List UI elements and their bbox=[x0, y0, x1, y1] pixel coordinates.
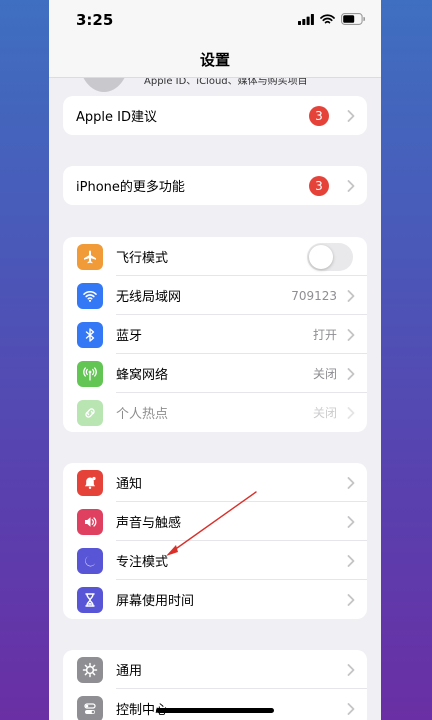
status-bar: 3:25 bbox=[49, 0, 381, 40]
moon-icon bbox=[77, 547, 103, 574]
connectivity-group: 飞行模式 无线局域网 709123 蓝牙 打开 蜂窝网络 关闭 个人热点 关闭 bbox=[63, 237, 367, 432]
airplane-icon bbox=[77, 243, 103, 270]
wifi-network-name: 709123 bbox=[291, 288, 337, 303]
chevron-right-icon bbox=[347, 593, 355, 606]
more-features-row[interactable]: iPhone的更多功能 3 bbox=[63, 166, 367, 205]
battery-icon bbox=[341, 13, 365, 25]
chevron-right-icon bbox=[347, 328, 355, 341]
notifications-row[interactable]: 通知 bbox=[63, 463, 367, 502]
wifi-icon bbox=[77, 282, 103, 309]
focus-mode-row[interactable]: 专注模式 bbox=[63, 541, 367, 580]
cellular-antenna-icon bbox=[77, 360, 103, 387]
chevron-right-icon bbox=[347, 515, 355, 528]
cellular-status: 关闭 bbox=[312, 367, 337, 381]
wifi-signal-icon bbox=[320, 13, 335, 23]
chevron-right-icon bbox=[347, 663, 355, 676]
chevron-right-icon bbox=[347, 109, 355, 122]
personal-hotspot-status: 关闭 bbox=[312, 406, 337, 420]
bluetooth-row[interactable]: 蓝牙 打开 bbox=[63, 315, 367, 354]
cellular-signal-icon bbox=[298, 13, 314, 25]
speaker-icon bbox=[77, 508, 103, 535]
settings-screen: Apple ID、iCloud、媒体与购买项目 Apple ID建议 3 iPh… bbox=[49, 0, 381, 720]
status-icons bbox=[298, 13, 365, 25]
chevron-right-icon bbox=[347, 554, 355, 567]
control-center-toggles-icon bbox=[77, 695, 103, 720]
wifi-label: 无线局域网 bbox=[116, 290, 182, 305]
general-label: 通用 bbox=[116, 664, 143, 679]
sounds-haptics-label: 声音与触感 bbox=[116, 516, 182, 531]
chevron-right-icon bbox=[347, 406, 355, 419]
chevron-right-icon bbox=[347, 179, 355, 192]
chevron-right-icon bbox=[347, 367, 355, 380]
airplane-mode-toggle[interactable] bbox=[307, 242, 353, 271]
bluetooth-icon bbox=[77, 321, 103, 348]
page-title: 设置 bbox=[199, 51, 230, 69]
apple-id-group: Apple ID建议 3 bbox=[63, 96, 367, 135]
bluetooth-label: 蓝牙 bbox=[116, 329, 143, 344]
cellular-label: 蜂窝网络 bbox=[116, 368, 169, 383]
airplane-mode-row: 飞行模式 bbox=[63, 237, 367, 276]
personal-hotspot-row[interactable]: 个人热点 关闭 bbox=[63, 393, 367, 432]
more-features-label: iPhone的更多功能 bbox=[76, 180, 185, 195]
notification-badge: 3 bbox=[309, 175, 329, 196]
screen-time-row[interactable]: 屏幕使用时间 bbox=[63, 580, 367, 619]
notifications-label: 通知 bbox=[116, 477, 143, 492]
gear-icon bbox=[77, 656, 103, 683]
sounds-haptics-row[interactable]: 声音与触感 bbox=[63, 502, 367, 541]
hourglass-icon bbox=[77, 586, 103, 613]
notification-badge: 3 bbox=[309, 105, 329, 126]
personal-hotspot-label: 个人热点 bbox=[116, 407, 169, 422]
wifi-row[interactable]: 无线局域网 709123 bbox=[63, 276, 367, 315]
apple-id-suggestions-row[interactable]: Apple ID建议 3 bbox=[63, 96, 367, 135]
focus-mode-label: 专注模式 bbox=[116, 555, 169, 570]
notification-bell-icon bbox=[77, 469, 103, 496]
home-indicator[interactable] bbox=[156, 708, 274, 713]
control-center-row[interactable]: 控制中心 bbox=[63, 689, 367, 720]
chevron-right-icon bbox=[347, 476, 355, 489]
navigation-bar: 设置 bbox=[49, 40, 381, 78]
chevron-right-icon bbox=[347, 289, 355, 302]
cellular-row[interactable]: 蜂窝网络 关闭 bbox=[63, 354, 367, 393]
status-time: 3:25 bbox=[76, 11, 114, 29]
bluetooth-status: 打开 bbox=[312, 328, 337, 342]
screen-time-label: 屏幕使用时间 bbox=[116, 594, 195, 609]
hotspot-link-icon bbox=[77, 399, 103, 426]
toggle-knob bbox=[309, 244, 333, 269]
general-row[interactable]: 通用 bbox=[63, 650, 367, 689]
apple-id-suggestions-label: Apple ID建议 bbox=[76, 110, 157, 125]
more-features-group: iPhone的更多功能 3 bbox=[63, 166, 367, 205]
airplane-mode-label: 飞行模式 bbox=[116, 251, 169, 266]
alerts-group: 通知 声音与触感 专注模式 屏幕使用时间 bbox=[63, 463, 367, 619]
chevron-right-icon bbox=[347, 702, 355, 715]
